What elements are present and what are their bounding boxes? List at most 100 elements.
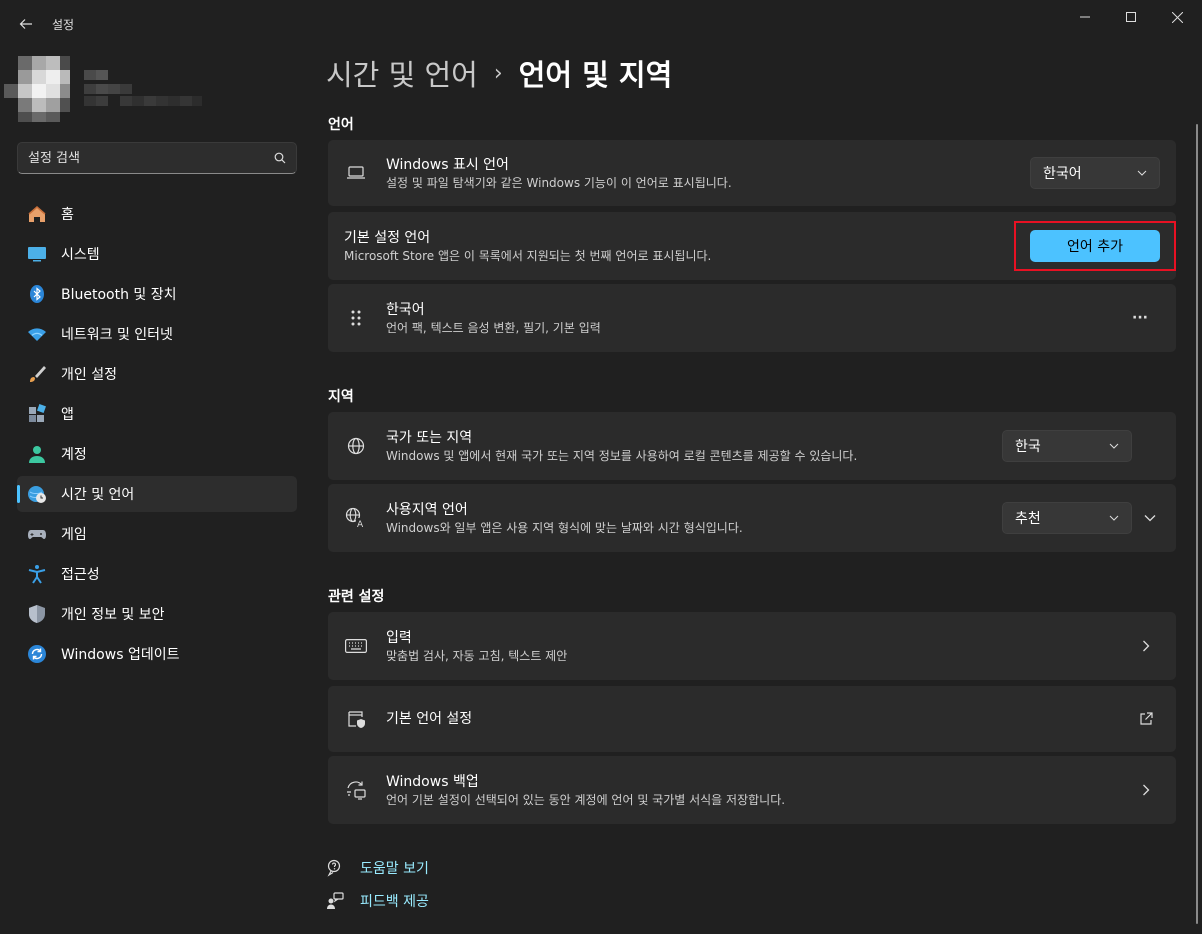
sidebar-item-time-language[interactable]: 시간 및 언어 [17,476,297,512]
gamepad-icon [27,524,47,544]
drag-handle-icon[interactable] [344,306,368,330]
feedback-icon [327,892,344,909]
breadcrumb: 시간 및 언어 › 언어 및 지역 [326,52,672,94]
accessibility-icon [27,564,47,584]
display-language-card: Windows 표시 언어 설정 및 파일 탐색기와 같은 Windows 기능… [328,140,1176,206]
page-title: 언어 및 지역 [518,58,673,92]
sidebar-item-home[interactable]: 홈 [17,196,297,232]
laptop-icon [344,161,368,185]
sidebar-item-bluetooth[interactable]: Bluetooth 및 장치 [17,276,297,312]
sidebar-item-label: 개인 정보 및 보안 [61,607,165,623]
user-profile[interactable] [4,56,204,124]
close-icon [1171,11,1183,23]
bluetooth-icon [27,284,47,304]
chevron-down-icon [1109,441,1119,451]
scrollbar[interactable] [1196,124,1198,924]
section-title-language: 언어 [328,117,354,133]
breadcrumb-parent[interactable]: 시간 및 언어 [326,52,478,94]
sidebar-item-label: 홈 [61,207,74,223]
section-title-region: 지역 [328,389,354,405]
search-icon [274,152,286,164]
sidebar-item-label: 앱 [61,407,74,423]
sidebar-item-gaming[interactable]: 게임 [17,516,297,552]
shield-icon [27,604,47,624]
sidebar-item-accessibility[interactable]: 접근성 [17,556,297,592]
sidebar-item-label: 개인 설정 [61,367,117,383]
avatar [4,56,202,122]
sidebar-item-privacy[interactable]: 개인 정보 및 보안 [17,596,297,632]
sidebar-item-system[interactable]: 시스템 [17,236,297,272]
sidebar-item-personalization[interactable]: 개인 설정 [17,356,297,392]
person-icon [27,444,47,464]
sidebar-item-label: 계정 [61,447,87,463]
regional-format-desc: Windows와 일부 앱은 사용 지역 형식에 맞는 날짜와 시간 형식입니다… [386,520,743,535]
typing-card[interactable]: 입력 맞춤법 검사, 자동 고침, 텍스트 제안 [328,612,1176,680]
sidebar-item-apps[interactable]: 앱 [17,396,297,432]
help-link-label[interactable]: 도움말 보기 [360,858,429,878]
sidebar-item-accounts[interactable]: 계정 [17,436,297,472]
windows-backup-title: Windows 백업 [386,773,479,790]
regional-format-dropdown[interactable]: 추천 [1002,502,1132,534]
display-language-dropdown[interactable]: 한국어 [1030,157,1160,189]
update-icon [27,644,47,664]
wifi-icon [27,324,47,344]
backup-sync-icon [344,778,368,802]
chevron-right-icon [1138,782,1154,798]
app-title: 설정 [52,18,75,32]
home-icon [27,204,47,224]
window-shield-icon [344,707,368,731]
display-language-title: Windows 표시 언어 [386,156,509,173]
more-options-button[interactable]: ··· [1130,310,1150,326]
windows-backup-card[interactable]: Windows 백업 언어 기본 설정이 선택되어 있는 동안 계정에 언어 및… [328,756,1176,824]
chevron-down-icon [1109,513,1119,523]
apps-icon [27,404,47,424]
help-link[interactable]: 도움말 보기 [326,858,429,878]
preferred-language-desc: Microsoft Store 앱은 이 목록에서 지원되는 첫 번째 언어로 … [344,248,712,263]
brush-icon [27,364,47,384]
sidebar-item-label: 시간 및 언어 [61,487,135,503]
installed-language-title: 한국어 [386,301,425,318]
country-region-card: 국가 또는 지역 Windows 및 앱에서 현재 국가 또는 지역 정보를 사… [328,412,1176,480]
sidebar-nav: 홈 시스템 Bluetooth 및 장치 네트워크 및 인터넷 개인 설정 앱 … [17,196,297,676]
add-language-button[interactable]: 언어 추가 [1030,230,1160,262]
typing-title: 입력 [386,629,412,646]
feedback-link[interactable]: 피드백 제공 [326,891,429,911]
search-box[interactable] [17,142,297,174]
breadcrumb-separator: › [493,60,503,86]
minimize-button[interactable] [1062,0,1108,34]
feedback-link-label[interactable]: 피드백 제공 [360,891,429,911]
installed-language-item[interactable]: 한국어 언어 팩, 텍스트 음성 변환, 필기, 기본 입력 ··· [328,284,1176,352]
monitor-icon [27,244,47,264]
globe-clock-icon [27,484,47,504]
sidebar-item-label: 접근성 [61,567,100,583]
country-region-value: 한국 [1015,439,1041,455]
regional-format-title: 사용지역 언어 [386,501,468,518]
globe-icon [344,434,368,458]
arrow-left-icon [19,19,32,29]
country-region-dropdown[interactable]: 한국 [1002,430,1132,462]
maximize-button[interactable] [1108,0,1154,34]
windows-backup-desc: 언어 기본 설정이 선택되어 있는 동안 계정에 언어 및 국가별 서식을 저장… [386,792,786,807]
sidebar-item-label: 네트워크 및 인터넷 [61,327,173,343]
expand-chevron-icon[interactable] [1142,510,1158,526]
title-bar: 설정 [0,0,1202,48]
admin-language-card[interactable]: 기본 언어 설정 [328,686,1176,752]
sidebar-item-label: 게임 [61,527,87,543]
language-format-icon: A [344,506,368,530]
preferred-language-card: 기본 설정 언어 Microsoft Store 앱은 이 목록에서 지원되는 … [328,212,1176,280]
admin-language-title: 기본 언어 설정 [386,710,473,727]
section-title-related: 관련 설정 [328,589,385,605]
country-region-desc: Windows 및 앱에서 현재 국가 또는 지역 정보를 사용하여 로컬 콘텐… [386,448,858,463]
regional-format-card[interactable]: A 사용지역 언어 Windows와 일부 앱은 사용 지역 형식에 맞는 날짜… [328,484,1176,552]
search-input[interactable] [28,150,274,166]
sidebar-item-windows-update[interactable]: Windows 업데이트 [17,636,297,672]
display-language-value: 한국어 [1043,166,1082,182]
sidebar-item-network[interactable]: 네트워크 및 인터넷 [17,316,297,352]
display-language-desc: 설정 및 파일 탐색기와 같은 Windows 기능이 이 언어로 표시됩니다. [386,175,732,190]
installed-language-desc: 언어 팩, 텍스트 음성 변환, 필기, 기본 입력 [386,320,601,335]
back-button[interactable] [14,12,38,36]
country-region-title: 국가 또는 지역 [386,429,473,446]
close-button[interactable] [1154,0,1200,34]
svg-text:A: A [357,520,364,529]
sidebar-item-label: Bluetooth 및 장치 [61,287,177,303]
